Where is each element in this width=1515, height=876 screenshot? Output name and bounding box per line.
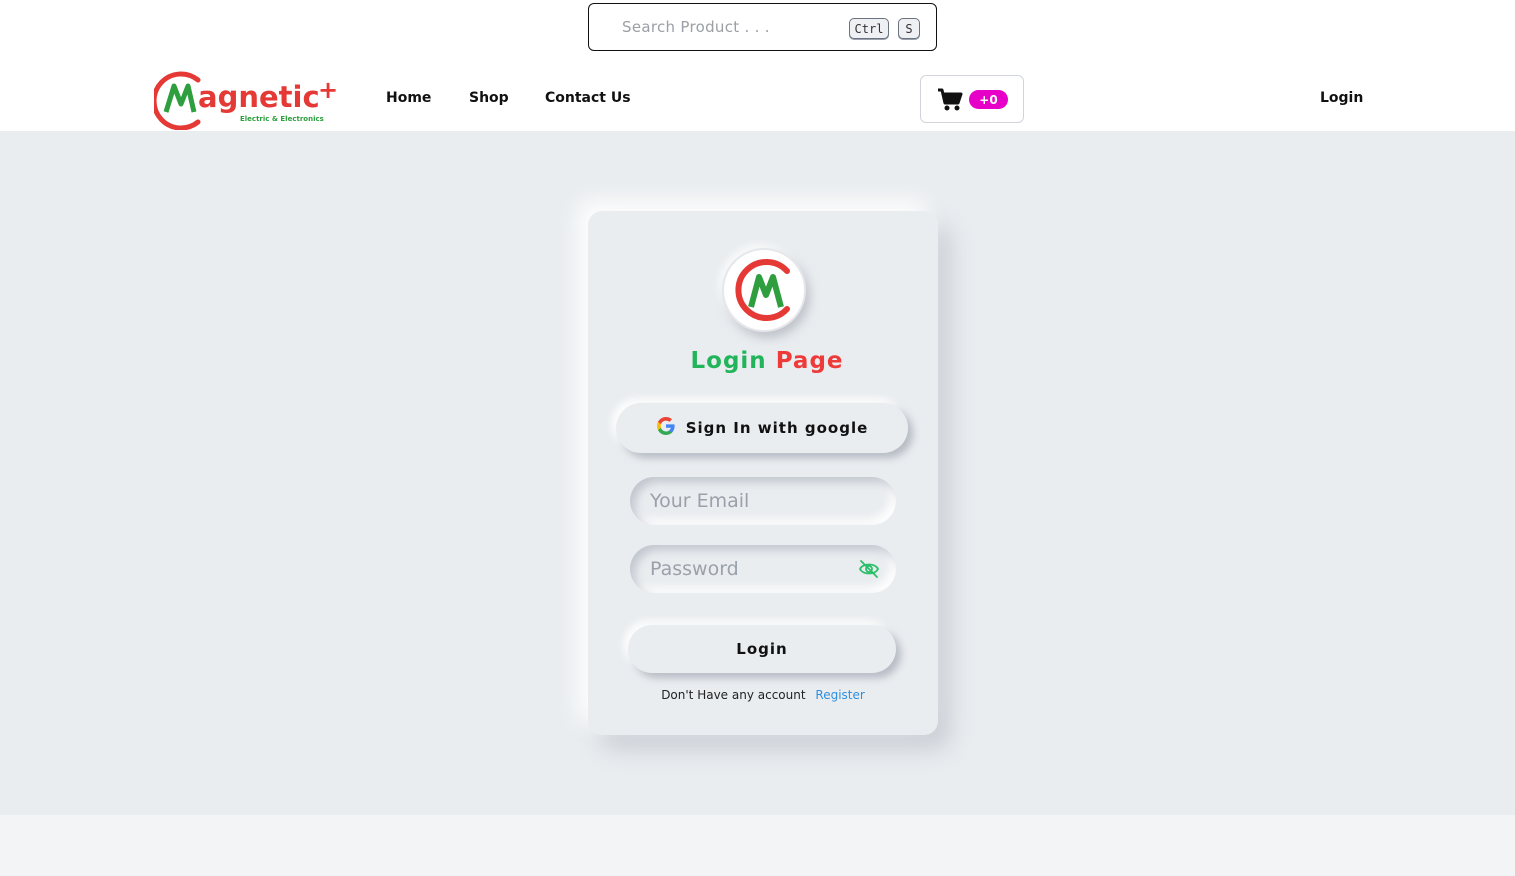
login-page-title: Login Page (588, 348, 946, 374)
logo-wordmark: agnetic (198, 80, 320, 114)
brand-logo[interactable]: agnetic + Electric & Electronics (151, 68, 339, 131)
top-search-strip: Search Product . . . Ctrl S (0, 0, 1515, 60)
nav-contact-link[interactable]: Contact Us (545, 90, 631, 106)
email-field[interactable] (630, 477, 896, 525)
register-link[interactable]: Register (815, 688, 864, 702)
register-prompt-text: Don't Have any account (661, 688, 806, 702)
logo-tagline: Electric & Electronics (240, 115, 324, 123)
google-signin-label: Sign In with google (685, 419, 869, 437)
password-field-wrapper (630, 545, 896, 593)
email-field-wrapper (630, 477, 896, 525)
login-button[interactable]: Login (628, 625, 896, 673)
ctrl-key-hint: Ctrl (849, 18, 889, 39)
nav-home-link[interactable]: Home (386, 90, 431, 106)
nav-shop-link[interactable]: Shop (469, 90, 509, 106)
search-placeholder[interactable]: Search Product . . . (622, 18, 770, 36)
password-field[interactable] (630, 545, 896, 593)
svg-text:+: + (318, 76, 338, 104)
cart-count-badge: +0 (969, 90, 1008, 109)
title-page-word: Page (775, 348, 844, 374)
card-logo (722, 248, 806, 332)
nav-login-link[interactable]: Login (1320, 90, 1363, 106)
cart-button[interactable]: +0 (920, 75, 1024, 123)
title-login-word: Login (690, 348, 767, 374)
cart-icon (937, 88, 963, 116)
eye-off-icon[interactable] (858, 559, 880, 583)
navbar: agnetic + Electric & Electronics Home Sh… (0, 60, 1515, 131)
google-signin-button[interactable]: Sign In with google (616, 403, 908, 453)
s-key-hint: S (898, 18, 920, 39)
register-prompt: Don't Have any account Register (588, 688, 938, 702)
search-bar[interactable]: Search Product . . . Ctrl S (588, 3, 937, 51)
footer (0, 815, 1515, 876)
login-card: Login Page Sign In with google Login (588, 211, 938, 735)
google-icon (656, 416, 676, 440)
